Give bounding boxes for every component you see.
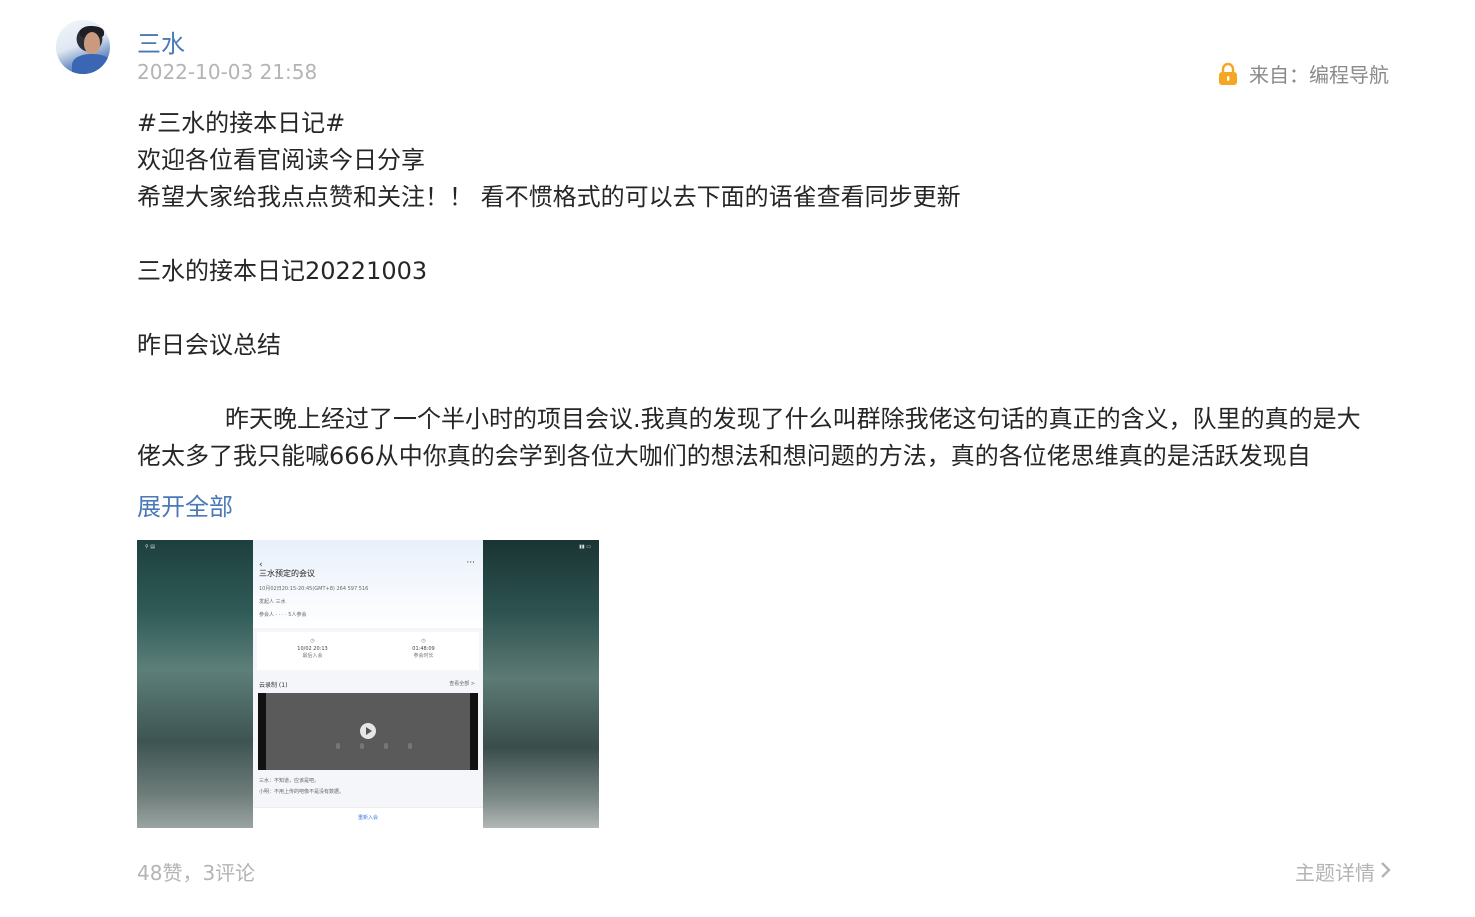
- meeting-time: 10月02日20:15-20:45(GMT+8) 264 597 516: [259, 586, 369, 592]
- post-source: 来自：编程导航: [1217, 59, 1389, 88]
- post-body: #三水的接本日记# 欢迎各位看官阅读今日分享 希望大家给我点点赞和关注！！ 看不…: [137, 105, 1387, 467]
- video-avatars: [336, 743, 412, 749]
- lock-icon: [1217, 62, 1239, 86]
- meeting-header: ‹ ··· 三水预定的会议 10月02日20:15-20:45(GMT+8) 2…: [253, 540, 483, 628]
- rejoin-button: 重新入会: [253, 807, 483, 828]
- more-icon: ···: [466, 558, 475, 568]
- recording-more: 查看全部 >: [449, 681, 475, 687]
- statusbar-right: ▮▮ ▭: [579, 544, 591, 550]
- back-icon: ‹: [259, 560, 263, 570]
- post-line: 欢迎各位看官阅读今日分享: [137, 146, 425, 174]
- author-name[interactable]: 三水: [137, 24, 185, 59]
- meeting-notes: 三水：不知道，应该是吧。 小明：不用上传的吧像不是没有数据。: [259, 776, 344, 798]
- stat-start: ◷ 10/02 20:13 最后入会: [257, 632, 368, 670]
- meeting-screenshot: ‹ ··· 三水预定的会议 10月02日20:15-20:45(GMT+8) 2…: [253, 540, 483, 828]
- post-timestamp: 2022-10-03 21:58: [137, 60, 318, 84]
- expand-all-link[interactable]: 展开全部: [137, 487, 233, 522]
- recording-video: [258, 693, 478, 770]
- clock-icon: ◷: [310, 638, 315, 644]
- post-paragraph: 昨天晚上经过了一个半小时的项目会议.我真的发现了什么叫群除我佬这句话的真正的含义…: [137, 405, 1361, 467]
- chevron-right-icon: [1379, 860, 1391, 884]
- post-line: #三水的接本日记#: [137, 109, 346, 137]
- post-paragraph-clip: 昨天晚上经过了一个半小时的项目会议.我真的发现了什么叫群除我佬这句话的真正的含义…: [137, 401, 1382, 467]
- attachment-image[interactable]: ⚲ ▤ ▮▮ ▭ ‹ ··· 三水预定的会议 10月02日20:15-20:45…: [137, 540, 599, 828]
- avatar[interactable]: [56, 20, 110, 74]
- meeting-host: 发起人 三水: [259, 599, 286, 605]
- avatar-shirt: [72, 54, 110, 74]
- stat-duration-label: 参会时长: [413, 653, 434, 659]
- avatar-face: [84, 32, 100, 54]
- stat-start-label: 最后入会: [302, 653, 323, 659]
- post-subheading: 昨日会议总结: [137, 331, 281, 359]
- topic-detail-label: 主题详情: [1295, 861, 1375, 885]
- stat-duration: ◷ 01:48:09 参会时长: [368, 632, 479, 670]
- timer-icon: ◷: [421, 638, 426, 644]
- note-line: 小明：不用上传的吧像不是没有数据。: [259, 789, 345, 795]
- source-text: 来自：编程导航: [1249, 63, 1389, 87]
- post-heading: 三水的接本日记20221003: [137, 257, 428, 285]
- meeting-participants: 参会人 · · · · 5人参会: [259, 612, 307, 618]
- statusbar-left: ⚲ ▤: [145, 544, 155, 550]
- note-line: 三水：不知道，应该是吧。: [259, 778, 320, 784]
- attachment-right-panel: ▮▮ ▭: [483, 540, 599, 828]
- play-icon: [360, 723, 376, 739]
- meeting-title: 三水预定的会议: [259, 569, 315, 578]
- topic-detail-link[interactable]: 主题详情: [1295, 857, 1391, 886]
- meeting-stats: ◷ 10/02 20:13 最后入会 ◷ 01:48:09 参会时长: [257, 632, 479, 670]
- post-line: 希望大家给我点点赞和关注！！ 看不惯格式的可以去下面的语雀查看同步更新: [137, 183, 961, 211]
- recording-label: 云录制 (1): [259, 682, 288, 689]
- post-stats: 48赞，3评论: [137, 861, 256, 885]
